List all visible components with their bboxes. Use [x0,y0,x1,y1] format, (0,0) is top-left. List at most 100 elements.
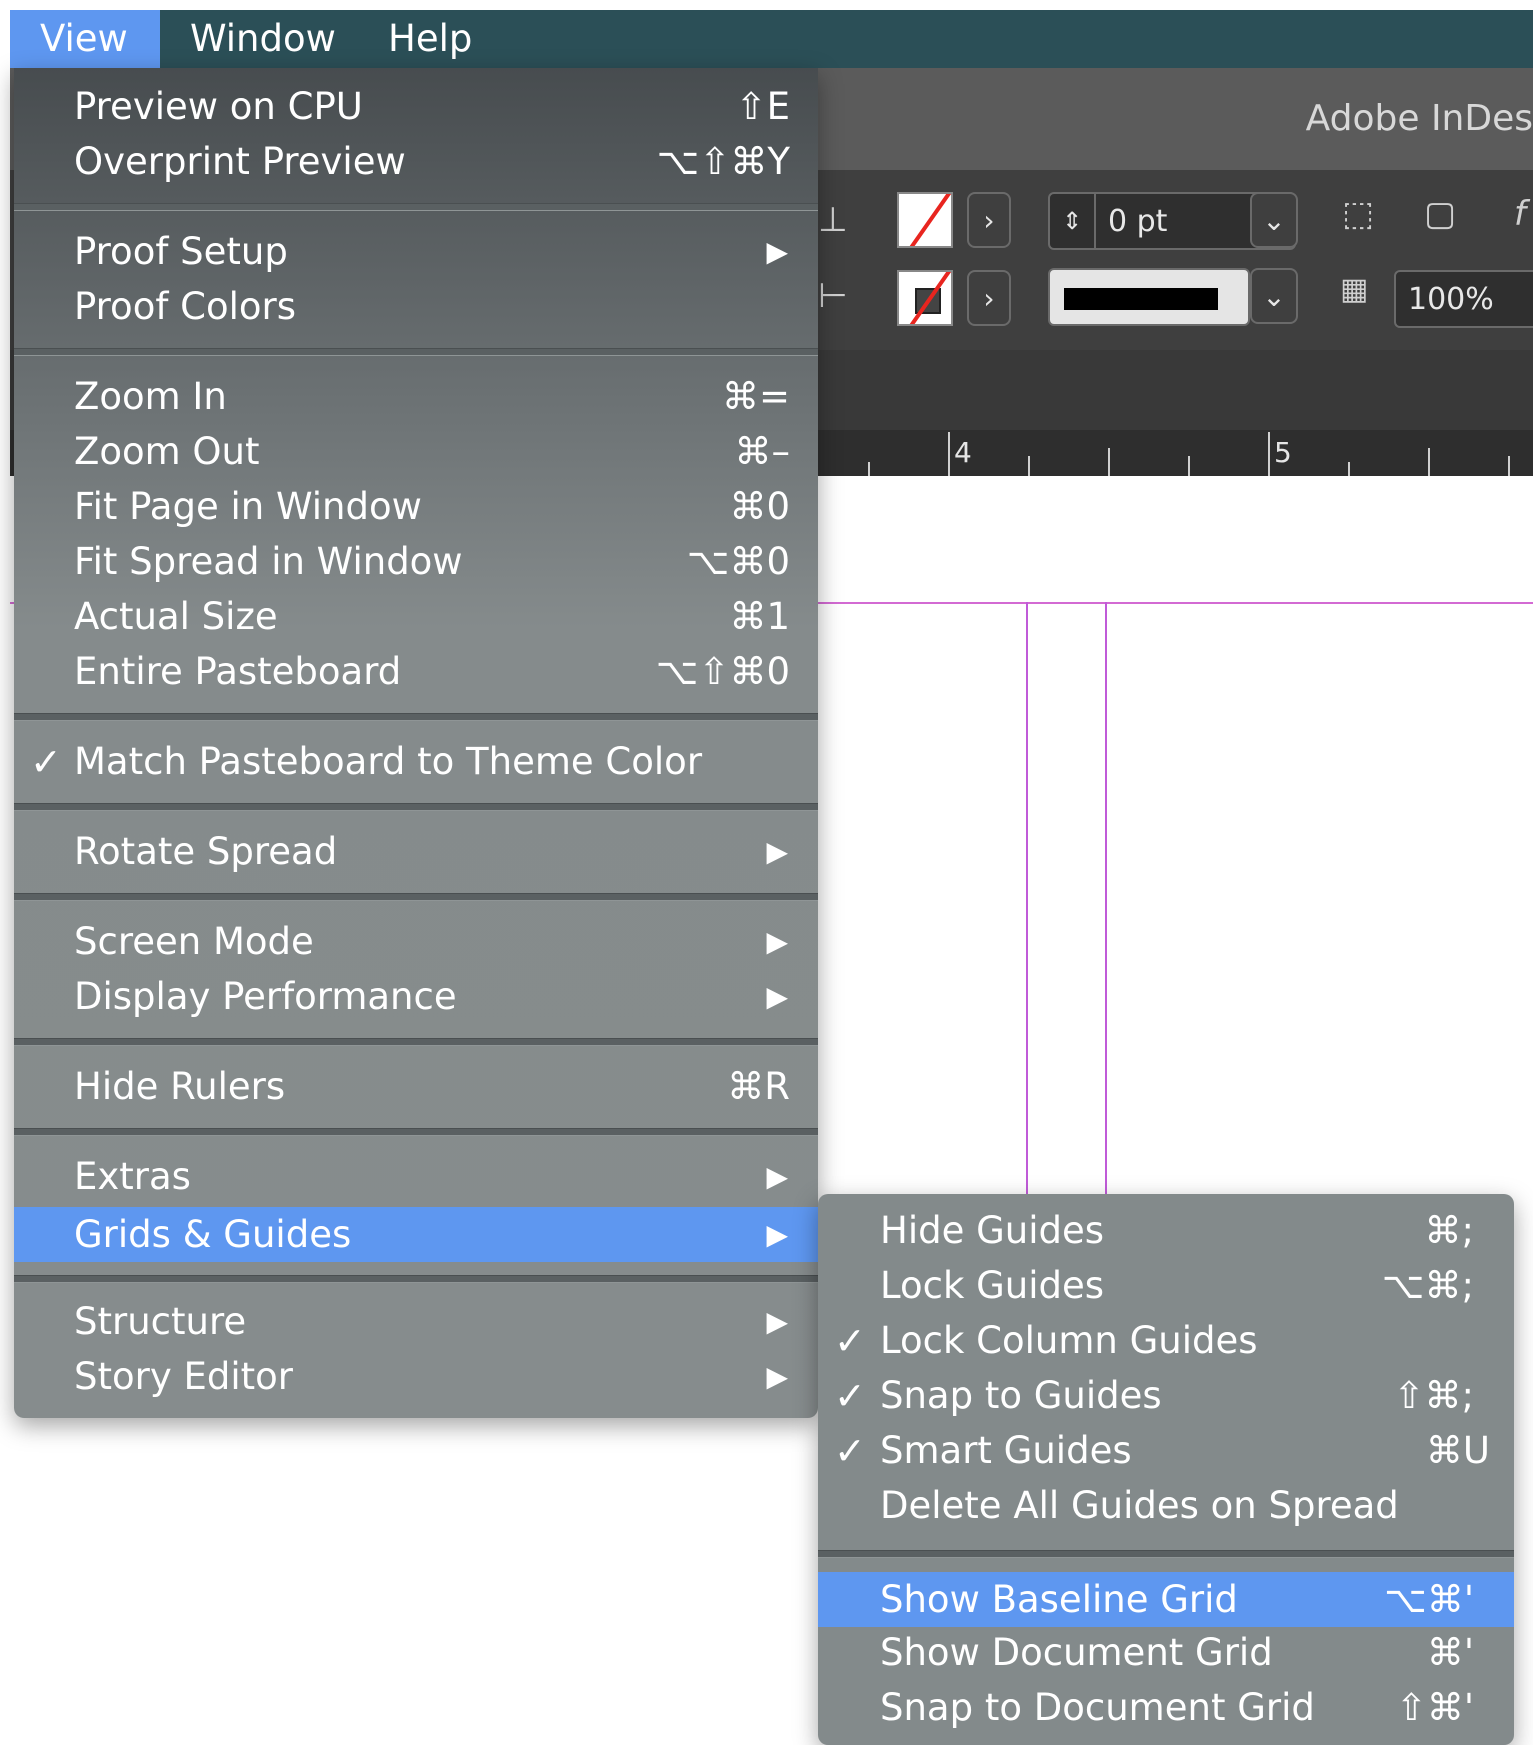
menu-item-hide-guides[interactable]: Hide Guides ⌘; [818,1206,1514,1256]
submenu-arrow-icon: ▶ [766,1218,788,1251]
shortcut-label: ⌥⌘; [1381,1264,1474,1307]
shortcut-label: ⌘= [721,375,790,418]
menu-item-label: Zoom In [74,375,227,418]
menu-view[interactable]: View [10,10,160,68]
opacity-field[interactable]: 100% [1394,270,1533,328]
menu-item-screen-mode[interactable]: Screen Mode ▶ [14,917,818,967]
menu-item-label: Grids & Guides [74,1213,352,1256]
menu-item-delete-all-guides[interactable]: Delete All Guides on Spread [818,1481,1514,1531]
chevron-right-icon: › [983,281,995,315]
menu-item-label: Match Pasteboard to Theme Color [74,740,703,783]
stepper-icon[interactable]: ⇕ [1050,194,1096,248]
stroke-weight-dropdown[interactable]: ⌄ [1250,192,1298,248]
menu-item-extras[interactable]: Extras ▶ [14,1152,818,1202]
shortcut-label: ⇧⌘' [1395,1686,1474,1729]
menu-item-proof-setup[interactable]: Proof Setup ▶ [14,227,818,277]
menu-item-snap-to-guides[interactable]: ✓ Snap to Guides ⇧⌘; [818,1371,1514,1421]
stroke-swatch[interactable] [897,270,953,326]
fill-swatch[interactable] [897,192,953,248]
shortcut-label: ⌘R [727,1065,790,1108]
menu-item-show-document-grid[interactable]: Show Document Grid ⌘' [818,1628,1514,1678]
menu-item-label: Hide Guides [880,1209,1105,1252]
menu-item-label: Entire Pasteboard [74,650,402,693]
menu-item-label: Preview on CPU [74,85,363,128]
menu-item-lock-column-guides[interactable]: ✓ Lock Column Guides [818,1316,1514,1366]
menu-item-label: Proof Setup [74,230,288,273]
frame-fitting-icon[interactable]: ⬚ [1342,194,1374,234]
menu-item-show-baseline-grid[interactable]: Show Baseline Grid ⌥⌘' [818,1572,1514,1627]
menu-separator [14,713,818,721]
menu-item-label: Extras [74,1155,191,1198]
distribute-icon[interactable]: ⊢ [818,276,848,316]
none-slash-icon [904,272,951,324]
menu-item-label: Lock Column Guides [880,1319,1258,1362]
menu-item-zoom-in[interactable]: Zoom In ⌘= [14,372,818,422]
menu-item-fit-page-in-window[interactable]: Fit Page in Window ⌘0 [14,482,818,532]
menu-item-smart-guides[interactable]: ✓ Smart Guides ⌘U [818,1426,1514,1476]
menu-separator [14,1038,818,1046]
shortcut-label: ⌘1 [729,595,790,638]
menu-item-label: Hide Rulers [74,1065,286,1108]
stroke-menu-button[interactable]: › [967,270,1011,326]
align-hierarchy-icon[interactable]: ⊥ [818,200,848,240]
ruler-tick [1108,448,1110,476]
menu-item-grids-and-guides[interactable]: Grids & Guides ▶ [14,1207,818,1262]
menu-item-label: Screen Mode [74,920,314,963]
ruler-tick [1508,456,1510,476]
shortcut-label: ⇧E [735,85,790,128]
menu-item-label: Rotate Spread [74,830,338,873]
shortcut-label: ⌘– [734,430,791,473]
menu-separator [14,803,818,811]
ruler-tick [948,432,950,476]
menu-item-label: Display Performance [74,975,457,1018]
menu-item-label: Show Baseline Grid [880,1578,1238,1621]
ruler-tick [1268,432,1270,476]
checkmark-icon: ✓ [834,1319,866,1363]
shortcut-label: ⌥⌘' [1384,1578,1474,1621]
menu-item-overprint-preview[interactable]: Overprint Preview ⌥⇧⌘Y [14,137,818,187]
submenu-arrow-icon: ▶ [766,980,788,1013]
view-menu: Preview on CPU ⇧E Overprint Preview ⌥⇧⌘Y… [14,68,818,1418]
app-title: Adobe InDes [1305,98,1533,139]
menu-item-structure[interactable]: Structure ▶ [14,1297,818,1347]
menu-separator [14,203,818,211]
menu-item-label: Structure [74,1300,247,1343]
menu-item-snap-to-document-grid[interactable]: Snap to Document Grid ⇧⌘' [818,1683,1514,1733]
drop-shadow-icon[interactable]: ▢ [1424,194,1456,234]
shortcut-label: ⌘; [1424,1209,1474,1252]
submenu-arrow-icon: ▶ [766,1160,788,1193]
stroke-type-dropdown[interactable]: ⌄ [1250,268,1298,324]
menu-item-rotate-spread[interactable]: Rotate Spread ▶ [14,827,818,877]
menu-item-lock-guides[interactable]: Lock Guides ⌥⌘; [818,1261,1514,1311]
shortcut-label: ⌥⌘0 [686,540,790,583]
submenu-arrow-icon: ▶ [766,835,788,868]
menu-item-match-pasteboard[interactable]: ✓ Match Pasteboard to Theme Color [14,737,818,787]
ruler-tick [1428,448,1430,476]
menu-item-label: Overprint Preview [74,140,406,183]
checkmark-icon: ✓ [30,740,62,784]
menu-item-entire-pasteboard[interactable]: Entire Pasteboard ⌥⇧⌘0 [14,647,818,697]
checkmark-icon: ✓ [834,1429,866,1473]
chevron-right-icon: › [983,203,995,237]
effects-icon[interactable]: f [1514,194,1526,234]
menu-item-hide-rulers[interactable]: Hide Rulers ⌘R [14,1062,818,1112]
menu-separator [14,1275,818,1283]
menu-item-display-performance[interactable]: Display Performance ▶ [14,972,818,1022]
shortcut-label: ⇧⌘; [1393,1374,1474,1417]
menu-item-zoom-out[interactable]: Zoom Out ⌘– [14,427,818,477]
ruler-tick [1188,456,1190,476]
menu-item-label: Fit Spread in Window [74,540,463,583]
menu-item-proof-colors[interactable]: Proof Colors [14,282,818,332]
menu-item-preview-on-cpu[interactable]: Preview on CPU ⇧E [14,82,818,132]
menu-help[interactable]: Help [358,10,502,68]
ruler-label: 5 [1274,436,1292,469]
menu-window[interactable]: Window [160,10,366,68]
menu-item-label: Delete All Guides on Spread [880,1484,1399,1527]
menu-item-fit-spread-in-window[interactable]: Fit Spread in Window ⌥⌘0 [14,537,818,587]
menu-item-label: Show Document Grid [880,1631,1273,1674]
stroke-type-swatch[interactable] [1048,268,1250,326]
menu-item-story-editor[interactable]: Story Editor ▶ [14,1352,818,1402]
fill-menu-button[interactable]: › [967,192,1011,248]
menu-item-actual-size[interactable]: Actual Size ⌘1 [14,592,818,642]
menu-item-label: Actual Size [74,595,278,638]
